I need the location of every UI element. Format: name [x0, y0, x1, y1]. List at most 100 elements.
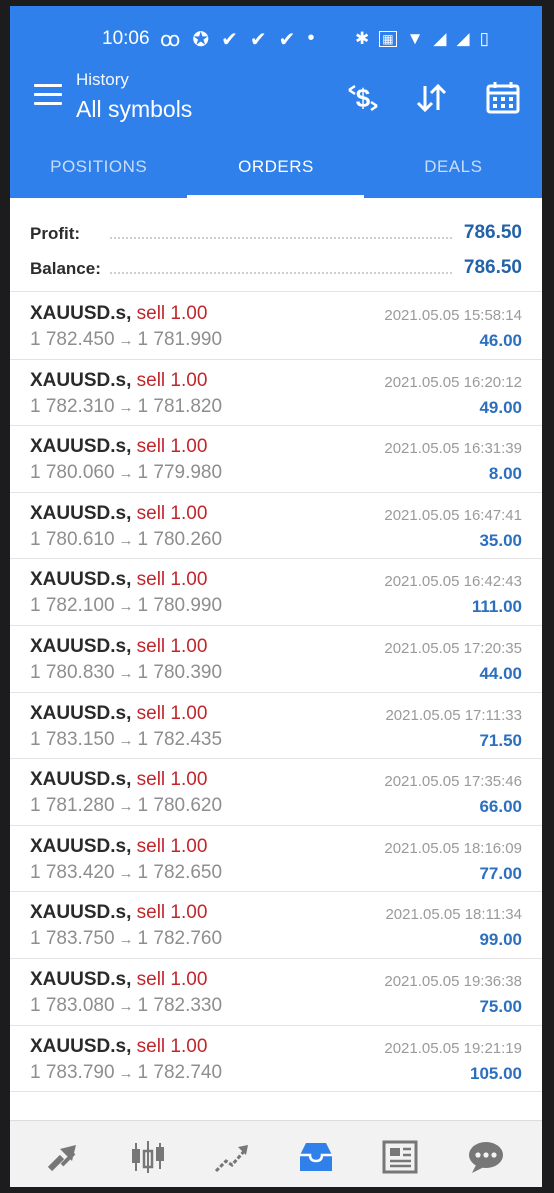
order-side: sell 1.00 — [136, 769, 208, 791]
order-side: sell 1.00 — [136, 702, 208, 724]
order-row[interactable]: XAUUSD.s, sell 1.00 1 783.080 → 1 782.330 20… — [10, 959, 542, 1026]
order-time: 2021.05.05 17:20:35 — [384, 639, 522, 657]
symbol-name: XAUUSD.s, — [30, 502, 132, 524]
order-row[interactable]: XAUUSD.s, sell 1.00 1 782.310 → 1 781.820 20… — [10, 360, 542, 427]
orders-list: XAUUSD.s, sell 1.00 1 782.450 → 1 781.990 20… — [10, 293, 542, 1093]
order-side: sell 1.00 — [136, 369, 208, 391]
voicemail-icon: ꝏ — [160, 28, 181, 51]
balance-value: 786.50 — [463, 257, 522, 278]
order-prices: 1 781.280 → 1 780.620 — [30, 795, 222, 817]
check-icon: ✔ — [221, 28, 238, 51]
order-row[interactable]: XAUUSD.s, sell 1.00 1 783.790 → 1 782.740 20… — [10, 1026, 542, 1093]
page-subtitle: History — [76, 70, 129, 89]
signal-icon: ◢ — [433, 29, 447, 48]
close-price: 1 780.990 — [137, 595, 223, 617]
open-price: 1 781.280 — [30, 795, 115, 817]
arrow-right-icon: → — [118, 997, 134, 1015]
bottom-nav — [10, 1120, 542, 1187]
quotes-icon[interactable] — [44, 1139, 84, 1175]
open-price: 1 780.060 — [30, 462, 115, 484]
app-bar: History All symbols $ — [10, 64, 542, 134]
status-left-icons: ꝏ ✪ ✔ ✔ ✔ • — [160, 27, 314, 52]
order-symbol: XAUUSD.s, sell 1.00 — [30, 370, 207, 392]
order-symbol: XAUUSD.s, sell 1.00 — [30, 303, 207, 325]
battery-icon: ▯ — [479, 29, 489, 48]
order-time: 2021.05.05 16:20:12 — [384, 373, 522, 391]
order-row[interactable]: XAUUSD.s, sell 1.00 1 782.450 → 1 781.990 20… — [10, 293, 542, 360]
menu-icon[interactable] — [34, 84, 62, 106]
symbol-filter[interactable]: All symbols — [76, 96, 192, 123]
open-price: 1 783.150 — [30, 728, 115, 750]
close-price: 1 782.650 — [137, 861, 223, 883]
check-icon: ✔ — [249, 28, 267, 51]
order-symbol: XAUUSD.s, sell 1.00 — [30, 769, 207, 791]
symbol-name: XAUUSD.s, — [30, 436, 132, 458]
order-time: 2021.05.05 19:21:19 — [384, 1039, 522, 1057]
order-prices: 1 783.750 → 1 782.760 — [30, 928, 222, 950]
chart-icon[interactable] — [128, 1139, 168, 1175]
open-price: 1 783.790 — [30, 1061, 115, 1083]
balance-row: Balance: 786.50 — [30, 253, 522, 283]
open-price: 1 782.310 — [30, 395, 115, 417]
order-time: 2021.05.05 17:11:33 — [385, 706, 522, 724]
open-price: 1 783.080 — [30, 994, 115, 1016]
tab-positions[interactable]: POSITIONS — [10, 146, 187, 198]
order-prices: 1 780.610 → 1 780.260 — [30, 529, 222, 551]
order-row[interactable]: XAUUSD.s, sell 1.00 1 783.420 → 1 782.650 20… — [10, 826, 542, 893]
order-row[interactable]: XAUUSD.s, sell 1.00 1 782.100 → 1 780.990 20… — [10, 559, 542, 626]
open-price: 1 782.100 — [30, 595, 115, 617]
arrow-right-icon: → — [118, 731, 134, 749]
order-time: 2021.05.05 16:42:43 — [384, 573, 522, 591]
order-profit: 71.50 — [479, 730, 522, 750]
order-side: sell 1.00 — [136, 635, 208, 657]
order-symbol: XAUUSD.s, sell 1.00 — [30, 703, 207, 725]
order-prices: 1 782.450 → 1 781.990 — [30, 329, 222, 351]
check-icon: ✔ — [278, 28, 296, 51]
chat-icon[interactable] — [466, 1139, 506, 1175]
symbol-name: XAUUSD.s, — [30, 1035, 132, 1057]
order-row[interactable]: XAUUSD.s, sell 1.00 1 780.610 → 1 780.260 20… — [10, 493, 542, 560]
order-profit: 105.00 — [470, 1063, 522, 1083]
order-row[interactable]: XAUUSD.s, sell 1.00 1 783.750 → 1 782.760 20… — [10, 892, 542, 959]
trade-icon[interactable] — [212, 1139, 252, 1175]
order-row[interactable]: XAUUSD.s, sell 1.00 1 781.280 → 1 780.620 20… — [10, 759, 542, 826]
open-price: 1 782.450 — [30, 329, 115, 350]
order-symbol: XAUUSD.s, sell 1.00 — [30, 569, 207, 591]
order-symbol: XAUUSD.s, sell 1.00 — [30, 636, 207, 658]
close-price: 1 782.740 — [137, 1061, 223, 1083]
order-side: sell 1.00 — [136, 968, 208, 990]
order-prices: 1 783.420 → 1 782.650 — [30, 862, 222, 884]
order-profit: 8.00 — [488, 464, 522, 484]
arrow-right-icon: → — [118, 332, 134, 349]
close-price: 1 782.330 — [137, 994, 223, 1016]
close-price: 1 782.435 — [137, 728, 223, 750]
arrow-right-icon: → — [118, 798, 134, 816]
dot-icon: • — [307, 26, 315, 49]
order-row[interactable]: XAUUSD.s, sell 1.00 1 783.150 → 1 782.435 20… — [10, 693, 542, 760]
order-time: 2021.05.05 16:31:39 — [384, 440, 522, 458]
symbol-name: XAUUSD.s, — [30, 569, 132, 591]
order-profit: 77.00 — [479, 863, 522, 883]
order-row[interactable]: XAUUSD.s, sell 1.00 1 780.060 → 1 779.980 20… — [10, 426, 542, 493]
currency-sort-icon[interactable]: $ — [344, 80, 382, 118]
order-side: sell 1.00 — [136, 303, 208, 324]
calendar-icon[interactable] — [484, 80, 522, 118]
order-time: 2021.05.05 19:36:38 — [384, 972, 522, 990]
sort-arrows-icon[interactable] — [412, 80, 450, 118]
tab-orders[interactable]: ORDERS — [187, 146, 364, 198]
order-prices: 1 782.100 → 1 780.990 — [30, 595, 222, 617]
volte-icon: ▦ — [379, 31, 397, 47]
order-side: sell 1.00 — [136, 502, 208, 524]
symbol-name: XAUUSD.s, — [30, 702, 132, 724]
order-profit: 75.00 — [479, 996, 522, 1016]
order-side: sell 1.00 — [136, 835, 208, 857]
summary-panel: Profit: 786.50 Balance: 786.50 — [10, 198, 542, 292]
order-prices: 1 782.310 → 1 781.820 — [30, 396, 222, 418]
news-icon[interactable] — [380, 1139, 420, 1175]
history-icon[interactable] — [296, 1139, 336, 1175]
order-symbol: XAUUSD.s, sell 1.00 — [30, 1036, 207, 1058]
order-row[interactable]: XAUUSD.s, sell 1.00 1 780.830 → 1 780.390 20… — [10, 626, 542, 693]
close-price: 1 780.620 — [137, 795, 223, 817]
close-price: 1 781.820 — [137, 395, 223, 417]
tab-deals[interactable]: DEALS — [365, 146, 542, 198]
